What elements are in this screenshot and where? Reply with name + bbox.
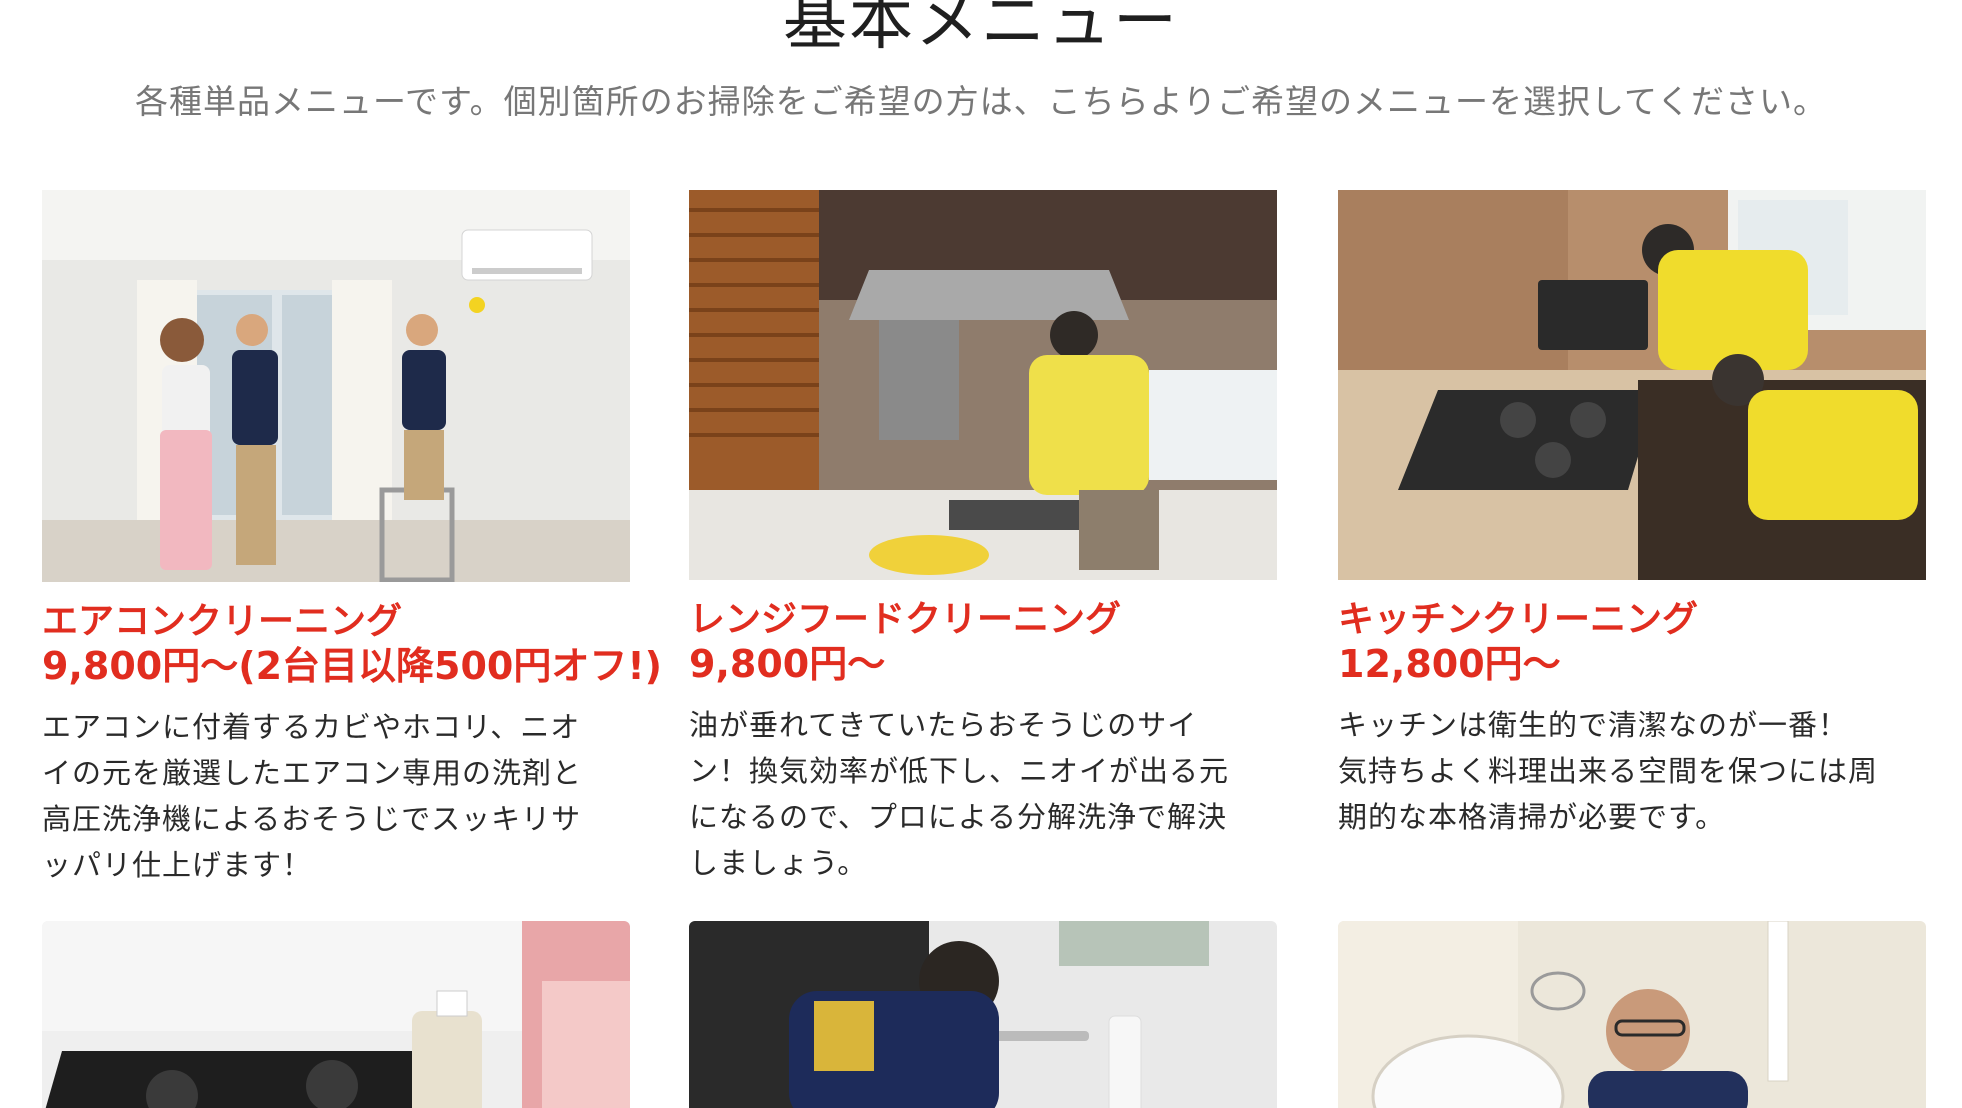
card-desc-line: 気持ちよく料理出来る空間を保つには周: [1338, 754, 1879, 788]
card-price: 9,800円〜: [689, 642, 886, 686]
card-desc-line: キッチンは衛生的で清潔なのが一番！: [1338, 708, 1849, 742]
card-price: 12,800円〜: [1338, 642, 1561, 686]
menu-card-stove[interactable]: [42, 921, 630, 1108]
menu-card-toilet[interactable]: [1338, 921, 1926, 1108]
bathroom-cleaning-photo[interactable]: [689, 921, 1277, 1108]
toilet-cleaning-photo[interactable]: [1338, 921, 1926, 1108]
range-hood-cleaning-photo[interactable]: [689, 190, 1277, 580]
card-description: キッチンは衛生的で清潔なのが一番！ 気持ちよく料理出来る空間を保つには周 期的な…: [1338, 702, 1926, 840]
card-desc-line: ッパリ仕上げます！: [42, 848, 313, 882]
card-desc-line: 油が垂れてきていたらおそうじのサイ: [689, 708, 1198, 742]
card-description: エアコンに付着するカビやホコリ、ニオ イの元を厳選したエアコン専用の洗剤と 高圧…: [42, 704, 630, 888]
card-desc-line: 高圧洗浄機によるおそうじでスッキリサ: [42, 802, 582, 836]
menu-card-range-hood[interactable]: レンジフードクリーニング 9,800円〜 油が垂れてきていたらおそうじのサイ ン…: [689, 190, 1277, 886]
card-title[interactable]: エアコンクリーニング: [42, 600, 630, 644]
kitchen-cleaning-photo[interactable]: [1338, 190, 1926, 580]
section-subtitle: 各種単品メニューです。個別箇所のお掃除をご希望の方は、こちらよりご希望のメニュー…: [134, 82, 1828, 121]
card-desc-line: 期的な本格清掃が必要です。: [1338, 800, 1726, 834]
stove-cleaning-photo[interactable]: [42, 921, 630, 1108]
card-title[interactable]: レンジフードクリーニング: [689, 598, 1277, 642]
card-price: 9,800円〜(2台目以降500円オフ!): [42, 644, 663, 688]
card-desc-line: イの元を厳選したエアコン専用の洗剤と: [42, 756, 583, 790]
section-title: 基本メニュー: [783, 0, 1179, 59]
menu-card-kitchen[interactable]: キッチンクリーニング 12,800円〜 キッチンは衛生的で清潔なのが一番！ 気持…: [1338, 190, 1926, 840]
card-title[interactable]: キッチンクリーニング: [1338, 598, 1926, 642]
card-desc-line: ン！換気効率が低下し、ニオイが出る元: [689, 754, 1230, 788]
card-desc-line: エアコンに付着するカビやホコリ、ニオ: [42, 710, 581, 744]
card-description: 油が垂れてきていたらおそうじのサイ ン！換気効率が低下し、ニオイが出る元 になる…: [689, 702, 1277, 886]
card-desc-line: しましょう。: [689, 846, 868, 880]
menu-card-aircon[interactable]: エアコンクリーニング 9,800円〜(2台目以降500円オフ!) エアコンに付着…: [42, 190, 663, 888]
aircon-cleaning-photo[interactable]: [42, 190, 630, 582]
card-desc-line: になるので、プロによる分解洗浄で解決: [689, 800, 1227, 834]
basic-menu-page: 基本メニュー 各種単品メニューです。個別箇所のお掃除をご希望の方は、こちらよりご…: [0, 0, 1962, 1108]
menu-card-bathroom[interactable]: [689, 921, 1277, 1108]
